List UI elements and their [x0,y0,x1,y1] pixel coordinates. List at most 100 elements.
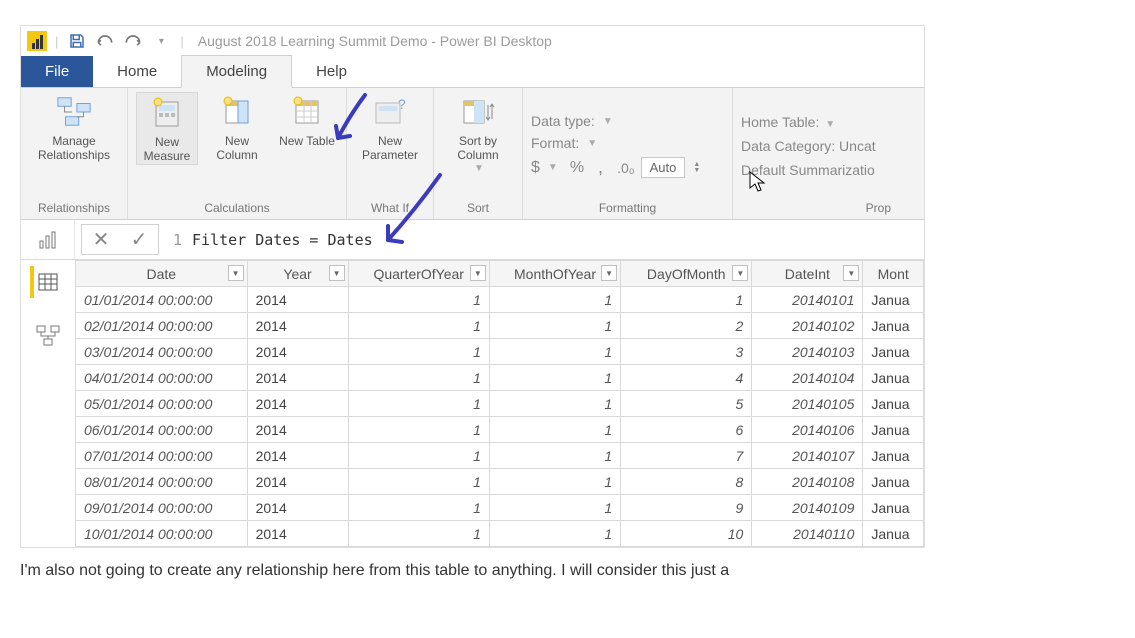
save-icon[interactable] [66,30,88,52]
col-dateint: DateInt [785,266,830,282]
currency-button[interactable]: $ [531,159,540,177]
group-calculations: New Measure New Column New Table [128,88,347,219]
sort-by-column-button[interactable]: Sort by Column ▼ [442,92,514,175]
chevron-down-icon[interactable]: ▼ [825,119,835,130]
cell-monthname: Janua [863,313,924,339]
decimal-button[interactable]: .0₀ [617,160,635,176]
tab-help[interactable]: Help [292,56,371,87]
spinner-icon[interactable]: ▲▼ [693,162,700,174]
filter-icon[interactable]: ▼ [329,265,345,281]
cell-year: 2014 [247,521,348,547]
table-icon [289,94,325,130]
tab-home[interactable]: Home [93,56,181,87]
cell-day: 10 [621,521,752,547]
group-calculations-label: Calculations [136,199,338,217]
cell-month: 1 [489,495,620,521]
group-sort: Sort by Column ▼ Sort [434,88,523,219]
cancel-formula-icon[interactable]: ✕ [82,227,120,252]
table-row[interactable]: 09/01/2014 00:00:00201411920140109Janua [76,495,924,521]
group-sort-label: Sort [442,199,514,217]
new-measure-label: New Measure [137,135,197,164]
new-measure-button[interactable]: New Measure [136,92,198,165]
article-text-bottom: I'm also not going to create any relatio… [0,548,1135,580]
cell-year: 2014 [247,443,348,469]
table-row[interactable]: 01/01/2014 00:00:00201411120140101Janua [76,287,924,313]
undo-icon[interactable] [94,30,116,52]
col-date: Date [147,266,177,282]
filter-icon[interactable]: ▼ [228,265,244,281]
cell-monthname: Janua [863,443,924,469]
table-row[interactable]: 06/01/2014 00:00:00201411620140106Janua [76,417,924,443]
table-row[interactable]: 02/01/2014 00:00:00201411220140102Janua [76,313,924,339]
cell-date: 02/01/2014 00:00:00 [76,313,248,339]
new-parameter-button[interactable]: ? New Parameter [355,92,425,163]
grid-area: Date▼ Year▼ QuarterOfYear▼ MonthOfYear▼ … [21,260,924,547]
group-properties: Home Table: ▼ Data Category: Uncat Defau… [733,88,899,219]
cell-date: 07/01/2014 00:00:00 [76,443,248,469]
decimal-places-input[interactable]: Auto [641,157,686,178]
filter-icon[interactable]: ▼ [601,265,617,281]
table-row[interactable]: 10/01/2014 00:00:002014111020140110Janua [76,521,924,547]
cell-year: 2014 [247,495,348,521]
formula-line-number: 1 [173,231,182,249]
filter-icon[interactable]: ▼ [470,265,486,281]
default-summarization-label: Default Summarizatio [741,162,891,178]
cell-month: 1 [489,521,620,547]
tab-file[interactable]: File [21,56,93,87]
manage-relationships-button[interactable]: Manage Relationships [29,92,119,163]
cell-year: 2014 [247,365,348,391]
new-column-button[interactable]: New Column [206,92,268,163]
chevron-down-icon[interactable]: ▼ [603,116,613,127]
new-table-label: New Table [279,134,335,148]
filter-icon[interactable]: ▼ [732,265,748,281]
chevron-down-icon[interactable]: ▼ [548,162,558,173]
chevron-down-icon[interactable]: ▼ [587,138,597,149]
formula-bar[interactable]: 1 Filter Dates = Dates [165,220,924,259]
cell-day: 6 [621,417,752,443]
table-row[interactable]: 08/01/2014 00:00:00201411820140108Janua [76,469,924,495]
data-category-label: Data Category: Uncat [741,138,891,154]
cell-quarter: 1 [348,521,489,547]
percent-button[interactable]: % [570,159,584,177]
model-view-icon[interactable] [30,320,66,352]
col-day: DayOfMonth [647,266,726,282]
table-row[interactable]: 07/01/2014 00:00:00201411720140107Janua [76,443,924,469]
cell-month: 1 [489,443,620,469]
group-formatting: Data type:▼ Format:▼ $▼ % , .0₀ Auto ▲▼ … [523,88,733,219]
view-sidebar [21,260,75,547]
tab-modeling[interactable]: Modeling [181,55,292,88]
table-row[interactable]: 05/01/2014 00:00:00201411520140105Janua [76,391,924,417]
table-row[interactable]: 04/01/2014 00:00:00201411420140104Janua [76,365,924,391]
cell-day: 9 [621,495,752,521]
qat-dropdown-icon[interactable]: ▾ [150,30,172,52]
new-table-button[interactable]: New Table [276,92,338,148]
new-parameter-label: New Parameter [355,134,425,163]
group-relationships: Manage Relationships Relationships [21,88,128,219]
redo-icon[interactable] [122,30,144,52]
cell-year: 2014 [247,391,348,417]
filter-icon[interactable]: ▼ [843,265,859,281]
report-view-icon[interactable] [30,224,66,256]
cell-quarter: 1 [348,417,489,443]
data-type-label: Data type: [531,113,595,129]
data-table: Date▼ Year▼ QuarterOfYear▼ MonthOfYear▼ … [75,260,924,547]
table-row[interactable]: 03/01/2014 00:00:00201411320140103Janua [76,339,924,365]
manage-relationships-label: Manage Relationships [29,134,119,163]
cell-date: 03/01/2014 00:00:00 [76,339,248,365]
data-view-icon[interactable] [30,266,66,298]
cell-dateint: 20140106 [752,417,863,443]
cell-dateint: 20140107 [752,443,863,469]
separator: | [55,34,58,49]
comma-button[interactable]: , [598,157,603,178]
cell-month: 1 [489,365,620,391]
format-label: Format: [531,135,579,151]
cell-day: 4 [621,365,752,391]
sort-by-column-label: Sort by Column [442,134,514,163]
cell-month: 1 [489,313,620,339]
cell-year: 2014 [247,339,348,365]
col-year: Year [283,266,311,282]
cell-day: 2 [621,313,752,339]
commit-formula-icon[interactable]: ✓ [120,227,158,252]
cell-day: 5 [621,391,752,417]
cell-month: 1 [489,391,620,417]
